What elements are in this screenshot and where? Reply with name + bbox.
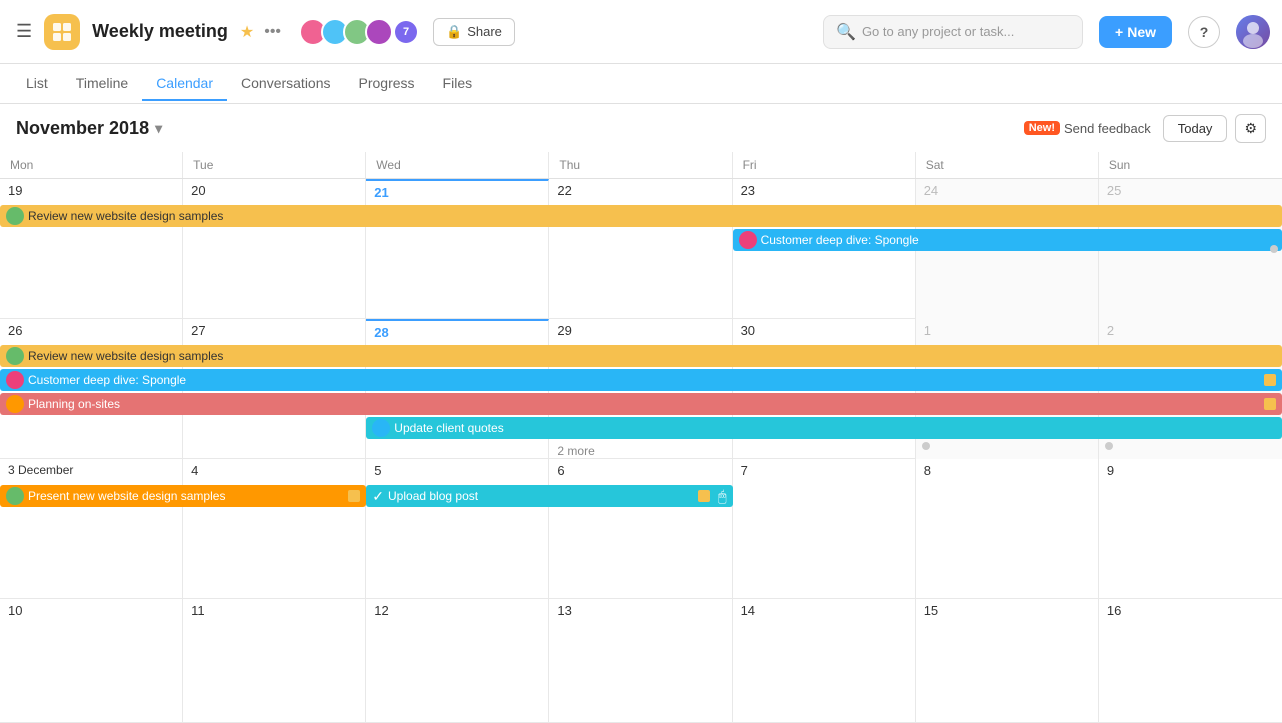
day-header-thu: Thu — [549, 152, 732, 178]
week-row-1: 19 20 21 22 23 24 25 Review new website … — [0, 179, 1282, 319]
event-update-week2[interactable]: Update client quotes — [366, 417, 1282, 439]
user-avatar[interactable] — [1236, 15, 1270, 49]
event-review-week2[interactable]: Review new website design samples — [0, 345, 1282, 367]
search-bar[interactable]: 🔍 Go to any project or task... — [823, 15, 1083, 49]
star-icon: ★ — [240, 22, 254, 42]
cell-nov21[interactable]: 21 — [366, 179, 549, 319]
week-row-4: 10 11 12 13 14 15 16 — [0, 599, 1282, 723]
cell-dec12[interactable]: 12 — [366, 599, 549, 722]
task-indicator — [1264, 374, 1276, 386]
event-customer-week1[interactable]: Customer deep dive: Spongle — [733, 229, 1282, 251]
calendar-grid: Mon Tue Wed Thu Fri Sat Sun 19 20 21 22 … — [0, 152, 1282, 723]
search-icon: 🔍 — [836, 22, 856, 42]
day-header-fri: Fri — [733, 152, 916, 178]
tab-calendar[interactable]: Calendar — [142, 67, 227, 101]
cell-nov20[interactable]: 20 — [183, 179, 366, 319]
avatar-group: 7 — [299, 18, 417, 46]
event-avatar — [6, 207, 24, 225]
week-row-3: 3 December 4 5 6 7 8 9 Present new websi… — [0, 459, 1282, 599]
dot-sun — [1105, 442, 1113, 450]
day-headers: Mon Tue Wed Thu Fri Sat Sun — [0, 152, 1282, 179]
day-header-sun: Sun — [1099, 152, 1282, 178]
weeks-container: 19 20 21 22 23 24 25 Review new website … — [0, 179, 1282, 723]
project-title: Weekly meeting — [92, 21, 228, 42]
completed-icon: ✓ — [372, 488, 384, 505]
dot-sat — [922, 442, 930, 450]
cell-dec7[interactable]: 7 — [733, 459, 916, 599]
more-events-link[interactable]: 2 more — [549, 441, 732, 461]
event-avatar — [6, 487, 24, 505]
tab-list[interactable]: List — [12, 67, 62, 101]
cursor-icon: 🖱 — [718, 488, 726, 505]
cell-nov19[interactable]: 19 — [0, 179, 183, 319]
cell-dec5[interactable]: 5 — [366, 459, 549, 599]
today-button[interactable]: Today — [1163, 115, 1228, 142]
event-review-week1[interactable]: Review new website design samples — [0, 205, 1282, 227]
scroll-indicator — [1270, 245, 1278, 253]
cell-nov22[interactable]: 22 — [549, 179, 732, 319]
day-header-mon: Mon — [0, 152, 183, 178]
cell-dec4[interactable]: 4 — [183, 459, 366, 599]
hamburger-button[interactable]: ☰ — [12, 17, 36, 46]
event-planning-week2[interactable]: Planning on-sites — [0, 393, 1282, 415]
calendar-header: November 2018 ▾ New! Send feedback Today… — [0, 104, 1282, 152]
event-upload-week3[interactable]: ✓ Upload blog post 🖱 — [366, 485, 732, 507]
cell-dec3[interactable]: 3 December — [0, 459, 183, 599]
day-header-sat: Sat — [916, 152, 1099, 178]
cell-dec13[interactable]: 13 — [549, 599, 732, 722]
search-placeholder: Go to any project or task... — [862, 24, 1014, 39]
tab-conversations[interactable]: Conversations — [227, 67, 345, 101]
app-icon — [44, 14, 80, 50]
new-badge: New! — [1024, 121, 1060, 135]
feedback-link[interactable]: Send feedback — [1064, 121, 1151, 136]
task-indicator — [1264, 398, 1276, 410]
tab-files[interactable]: Files — [429, 67, 487, 101]
cell-dec11[interactable]: 11 — [183, 599, 366, 722]
calendar-view-icon: ⚙ — [1244, 120, 1257, 136]
event-present-week3[interactable]: Present new website design samples — [0, 485, 366, 507]
lock-icon: 🔒 — [446, 24, 462, 40]
cell-dec16[interactable]: 16 — [1099, 599, 1282, 722]
event-avatar — [6, 395, 24, 413]
event-avatar — [6, 347, 24, 365]
cell-dec15[interactable]: 15 — [916, 599, 1099, 722]
help-button[interactable]: ? — [1188, 16, 1220, 48]
header: ☰ Weekly meeting ★ ••• 7 🔒 Share 🔍 Go to… — [0, 0, 1282, 64]
task-indicator — [348, 490, 360, 502]
cell-dec8[interactable]: 8 — [916, 459, 1099, 599]
task-indicator — [698, 490, 710, 502]
more-options-button[interactable]: ••• — [264, 23, 281, 41]
calendar-view-button[interactable]: ⚙ — [1235, 114, 1266, 143]
day-header-tue: Tue — [183, 152, 366, 178]
plus-icon: + — [1115, 24, 1123, 40]
cell-dec10[interactable]: 10 — [0, 599, 183, 722]
day-header-wed: Wed — [366, 152, 549, 178]
cell-dec9[interactable]: 9 — [1099, 459, 1282, 599]
month-title[interactable]: November 2018 ▾ — [16, 118, 162, 139]
cell-dec14[interactable]: 14 — [733, 599, 916, 722]
tab-progress[interactable]: Progress — [345, 67, 429, 101]
event-avatar — [372, 419, 390, 437]
avatar — [365, 18, 393, 46]
chevron-down-icon: ▾ — [155, 120, 162, 137]
tab-timeline[interactable]: Timeline — [62, 67, 142, 101]
cell-dec6[interactable]: 6 — [549, 459, 732, 599]
event-avatar — [6, 371, 24, 389]
event-avatar — [739, 231, 757, 249]
avatar-count: 7 — [395, 21, 417, 43]
week-row-2: 26 27 28 29 30 1 2 Review new website de… — [0, 319, 1282, 459]
event-customer-week2[interactable]: Customer deep dive: Spongle — [0, 369, 1282, 391]
new-button[interactable]: + Today New — [1099, 16, 1172, 48]
share-button[interactable]: 🔒 Share — [433, 18, 515, 46]
